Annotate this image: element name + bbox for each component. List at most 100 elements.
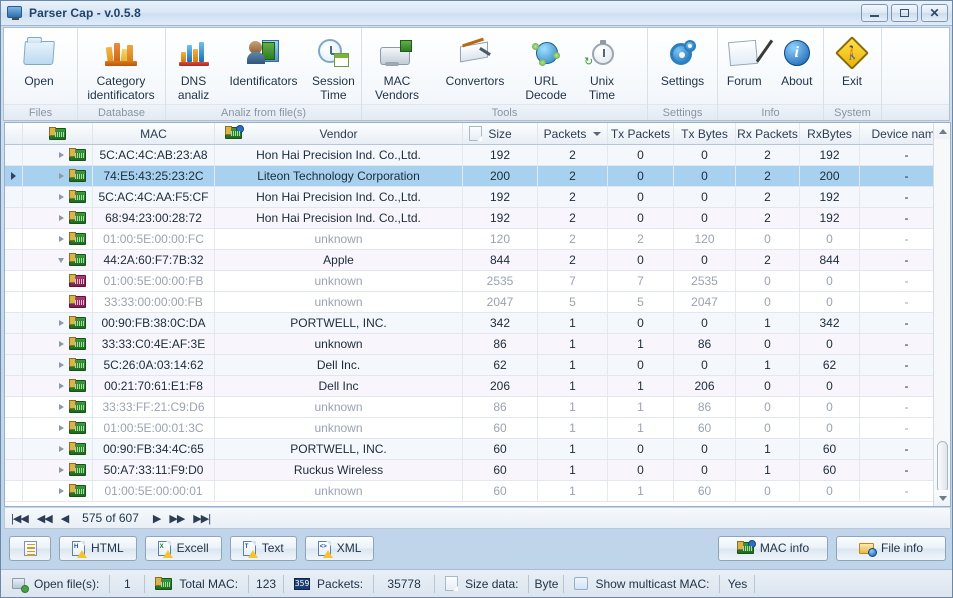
table-row[interactable]: 74:E5:43:25:23:2CLiteon Technology Corpo… (5, 166, 950, 187)
mac-info-button[interactable]: MAC info (718, 536, 828, 561)
expand-arrow-icon[interactable] (59, 173, 64, 179)
exit-button[interactable]: 🚶 Exit (824, 32, 880, 88)
column-header-tx-bytes[interactable]: Tx Bytes (674, 123, 736, 144)
table-row[interactable]: 5C:AC:4C:AB:23:A8Hon Hai Precision Ind. … (5, 145, 950, 166)
scroll-up-button[interactable] (934, 123, 951, 139)
row-tree-cell[interactable] (23, 313, 93, 333)
cell-rx-bytes: 60 (800, 460, 860, 480)
row-tree-cell[interactable] (23, 355, 93, 375)
column-header-mac[interactable]: MAC (93, 123, 215, 144)
unix-time-button[interactable]: ↻ Unix Time (574, 32, 630, 102)
open-button[interactable]: Open (4, 32, 74, 88)
expand-arrow-icon[interactable] (59, 215, 64, 221)
nic-card-icon (69, 422, 86, 434)
table-row[interactable]: 5C:AC:4C:AA:F5:CFHon Hai Precision Ind. … (5, 187, 950, 208)
cell-tx-packets: 1 (608, 397, 674, 417)
row-tree-cell[interactable] (23, 397, 93, 417)
minimize-button[interactable] (861, 4, 888, 22)
export-xml-button[interactable]: <> XML (305, 536, 375, 561)
table-row[interactable]: 33:33:FF:21:C9:D6unknown86118600- (5, 397, 950, 418)
settings-button[interactable]: Settings (648, 32, 717, 88)
convertors-button[interactable]: Convertors (432, 32, 518, 88)
table-row[interactable]: 01:00:5E:00:00:FCunknown1202212000- (5, 229, 950, 250)
expand-arrow-icon[interactable] (59, 446, 64, 452)
nic-card-icon (69, 443, 86, 455)
forum-button[interactable]: Forum (718, 32, 771, 88)
column-header-rx-bytes[interactable]: RxBytes (800, 123, 860, 144)
prev-record-button[interactable]: ◀ (61, 512, 68, 525)
column-chooser-button[interactable] (9, 536, 51, 561)
column-header-size[interactable]: Size (463, 123, 538, 144)
next-record-button[interactable]: ▶ (153, 512, 160, 525)
expand-arrow-icon[interactable] (59, 236, 64, 242)
table-row[interactable]: 01:00:5E:00:01:3Cunknown60116000- (5, 418, 950, 439)
row-tree-cell[interactable] (23, 166, 93, 186)
category-identificators-label-line2: identificators (87, 88, 154, 102)
table-row[interactable]: 00:21:70:61:E1:F8Dell Inc2061120600- (5, 376, 950, 397)
table-row[interactable]: 68:94:23:00:28:72Hon Hai Precision Ind. … (5, 208, 950, 229)
export-excel-button[interactable]: X Excell (145, 536, 222, 561)
row-tree-cell[interactable] (23, 271, 93, 291)
file-info-button[interactable]: File info (836, 536, 946, 561)
expand-arrow-icon[interactable] (59, 488, 64, 494)
row-tree-cell[interactable] (23, 250, 93, 270)
identificators-button[interactable]: Identificators (221, 32, 306, 88)
table-row[interactable]: 00:90:FB:34:4C:65PORTWELL, INC.60100160- (5, 439, 950, 460)
session-time-button[interactable]: Session Time (306, 32, 361, 102)
export-html-button[interactable]: H HTML (59, 536, 137, 561)
table-row[interactable]: 44:2A:60:F7:7B:32Apple8442002844- (5, 250, 950, 271)
expand-arrow-icon[interactable] (59, 194, 64, 200)
status-open-files-value: 1 (110, 577, 144, 591)
row-tree-cell[interactable] (23, 187, 93, 207)
url-decode-button[interactable]: URL Decode (518, 32, 574, 102)
row-tree-cell[interactable] (23, 145, 93, 165)
column-header-rx-packets[interactable]: Rx Packets (736, 123, 800, 144)
row-tree-cell[interactable] (23, 460, 93, 480)
last-page-button[interactable]: ▶▶| (193, 512, 210, 525)
html-export-icon: H (72, 541, 85, 556)
table-vertical-scrollbar[interactable] (933, 123, 950, 506)
table-row[interactable]: 33:33:C0:4E:AF:3Eunknown86118600- (5, 334, 950, 355)
category-identificators-button[interactable]: Category identificators (78, 32, 164, 102)
dns-analiz-button[interactable]: DNS analiz (166, 32, 221, 102)
expand-arrow-icon[interactable] (59, 383, 64, 389)
row-tree-cell[interactable] (23, 439, 93, 459)
expand-arrow-icon[interactable] (59, 425, 64, 431)
next-page-button[interactable]: ▶▶ (169, 512, 184, 525)
first-page-button[interactable]: |◀◀ (11, 512, 28, 525)
row-tree-cell[interactable] (23, 334, 93, 354)
expand-arrow-icon[interactable] (59, 320, 64, 326)
expand-arrow-icon[interactable] (59, 152, 64, 158)
table-row[interactable]: 50:A7:33:11:F9:D0Ruckus Wireless60100160… (5, 460, 950, 481)
expand-arrow-icon[interactable] (59, 404, 64, 410)
row-tree-cell[interactable] (23, 292, 93, 312)
table-row[interactable]: 00:90:FB:38:0C:DAPORTWELL, INC.342100134… (5, 313, 950, 334)
close-button[interactable]: ✕ (921, 4, 948, 22)
row-tree-cell[interactable] (23, 376, 93, 396)
export-text-button[interactable]: T Text (230, 536, 297, 561)
maximize-button[interactable] (891, 4, 918, 22)
row-tree-cell[interactable] (23, 418, 93, 438)
row-tree-cell[interactable] (23, 208, 93, 228)
about-button[interactable]: i About (771, 32, 824, 88)
row-indicator (5, 208, 23, 228)
scroll-down-button[interactable] (934, 490, 951, 506)
expand-arrow-icon[interactable] (59, 362, 64, 368)
column-header-packets[interactable]: Packets (538, 123, 608, 144)
expand-arrow-icon[interactable] (59, 341, 64, 347)
expand-arrow-icon[interactable] (59, 467, 64, 473)
collapse-arrow-icon[interactable] (58, 258, 64, 263)
table-row[interactable]: 01:00:5E:00:00:FBunknown253577253500- (5, 271, 950, 292)
mac-vendors-button[interactable]: MAC Vendors (362, 32, 432, 102)
scrollbar-thumb[interactable] (937, 441, 948, 493)
table-row[interactable]: 33:33:00:00:00:FBunknown204755204700- (5, 292, 950, 313)
table-row[interactable]: 5C:26:0A:03:14:62Dell Inc.62100162- (5, 355, 950, 376)
table-row[interactable]: 01:00:5E:00:00:01unknown60116000- (5, 481, 950, 502)
column-header-tx-packets[interactable]: Tx Packets (608, 123, 674, 144)
cell-size: 86 (463, 397, 538, 417)
column-header-tree[interactable] (23, 123, 93, 144)
row-tree-cell[interactable] (23, 229, 93, 249)
row-tree-cell[interactable] (23, 481, 93, 501)
prev-page-button[interactable]: ◀◀ (37, 512, 52, 525)
column-header-vendor[interactable]: Vendor (215, 123, 463, 144)
